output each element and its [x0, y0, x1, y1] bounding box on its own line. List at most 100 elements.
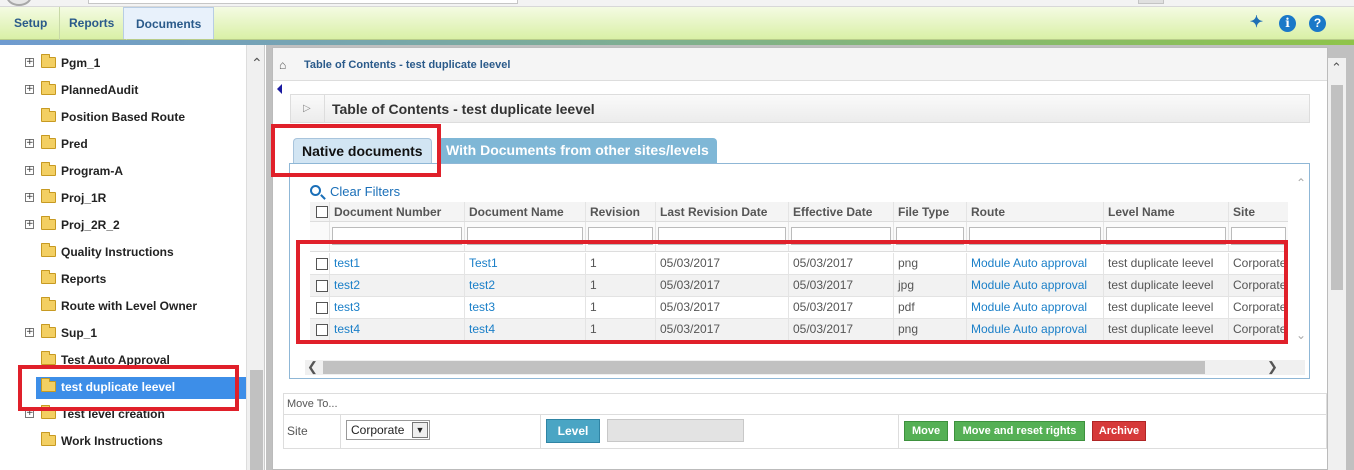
row-checkbox[interactable] — [316, 280, 328, 292]
tree-item[interactable]: + PlannedAudit — [0, 80, 246, 102]
table-cell-link[interactable]: Module Auto approval — [966, 275, 1103, 296]
column-header[interactable]: Revision — [585, 202, 655, 221]
menu-setup[interactable]: Setup — [2, 7, 61, 40]
column-header[interactable]: Route — [966, 202, 1103, 221]
top-search-input[interactable] — [88, 0, 518, 4]
level-button[interactable]: Level — [546, 419, 600, 443]
level-field[interactable] — [607, 419, 744, 442]
tree-item[interactable]: Position Based Route — [0, 107, 246, 129]
expand-plus-icon[interactable]: + — [25, 58, 34, 67]
scroll-up-icon[interactable]: ⌃ — [1331, 60, 1342, 76]
tree-item[interactable]: + Proj_2R_2 — [0, 215, 246, 237]
column-header[interactable]: Document Name — [464, 202, 585, 221]
help-icon[interactable]: ? — [1309, 15, 1326, 32]
page-scrollbar[interactable]: ⌃ — [1328, 58, 1346, 470]
move-button[interactable]: Move — [904, 421, 948, 441]
row-checkbox[interactable] — [316, 324, 328, 336]
column-filter-input[interactable] — [1106, 227, 1226, 245]
table-cell-link[interactable]: test4 — [329, 319, 464, 340]
grid-vertical-scrollbar[interactable]: ⌃ ⌄ — [1295, 176, 1309, 348]
table-row[interactable]: test3 test3 1 05/03/2017 05/03/2017 pdf Module… — [310, 297, 1288, 319]
menu-documents[interactable]: Documents — [123, 7, 215, 39]
tree-item[interactable]: Work Instructions — [0, 431, 246, 453]
table-cell-link[interactable]: Module Auto approval — [966, 253, 1103, 274]
expand-plus-icon[interactable]: + — [25, 409, 34, 418]
push-pin-icon[interactable]: ✦ — [1248, 13, 1265, 31]
scroll-thumb[interactable] — [323, 361, 1205, 374]
tree-item[interactable]: + Pgm_1 — [0, 53, 246, 75]
sidebar-scrollbar[interactable]: ⌃ — [246, 45, 264, 470]
tab-native-documents[interactable]: Native documents — [293, 138, 432, 163]
home-icon[interactable]: ⌂ — [279, 58, 286, 72]
move-and-reset-rights-button[interactable]: Move and reset rights — [954, 421, 1085, 441]
table-cell-link[interactable]: Test1 — [464, 253, 585, 274]
scroll-down-icon[interactable]: ⌄ — [1296, 328, 1306, 342]
tree-item[interactable]: Route with Level Owner — [0, 296, 246, 318]
column-filter-input[interactable] — [791, 227, 891, 245]
column-filter-input[interactable] — [467, 227, 583, 245]
tree-item[interactable]: test duplicate leevel — [36, 377, 246, 399]
expand-arrow-icon[interactable]: ▷ — [303, 103, 311, 114]
expand-plus-icon[interactable]: + — [25, 193, 34, 202]
collapse-panel-icon[interactable] — [277, 84, 282, 94]
column-header[interactable]: Site — [1228, 202, 1288, 221]
scroll-right-icon[interactable]: ❯ — [1267, 359, 1278, 375]
column-header[interactable]: Effective Date — [788, 202, 893, 221]
column-filter-input[interactable] — [588, 227, 653, 245]
expand-plus-icon[interactable]: + — [25, 220, 34, 229]
expand-plus-icon[interactable]: + — [25, 85, 34, 94]
table-cell-link[interactable]: test2 — [464, 275, 585, 296]
row-checkbox[interactable] — [316, 302, 328, 314]
menu-reports[interactable]: Reports — [57, 7, 128, 40]
column-filter-input[interactable] — [332, 227, 462, 245]
table-row[interactable]: test2 test2 1 05/03/2017 05/03/2017 jpg Module… — [310, 275, 1288, 297]
row-checkbox[interactable] — [316, 258, 328, 270]
scroll-up-icon[interactable]: ⌃ — [251, 55, 263, 72]
table-cell-link[interactable]: Module Auto approval — [966, 319, 1103, 340]
chevron-down-icon[interactable]: ▼ — [412, 422, 428, 438]
tree-item[interactable]: + Pred — [0, 134, 246, 156]
archive-button[interactable]: Archive — [1092, 421, 1146, 441]
expand-plus-icon[interactable]: + — [25, 166, 34, 175]
top-strip-button[interactable] — [1138, 0, 1164, 4]
table-cell: png — [893, 319, 966, 340]
table-cell-link[interactable]: Module Auto approval — [966, 297, 1103, 318]
tree-item[interactable]: + Test level creation — [0, 404, 246, 426]
table-cell-link[interactable]: test3 — [329, 297, 464, 318]
column-filter-input[interactable] — [896, 227, 964, 245]
grid-horizontal-scrollbar[interactable]: ❮ ❯ — [305, 359, 1305, 375]
select-all-checkbox[interactable] — [316, 206, 328, 218]
scroll-thumb[interactable] — [1331, 85, 1343, 290]
main-menu-bar: Setup Reports Documents ✦ i ? — [0, 7, 1354, 40]
tree-item[interactable]: Reports — [0, 269, 246, 291]
expand-plus-icon[interactable]: + — [25, 139, 34, 148]
scroll-up-icon[interactable]: ⌃ — [1296, 176, 1306, 190]
table-row[interactable]: test4 test4 1 05/03/2017 05/03/2017 png Module… — [310, 319, 1288, 341]
tab-other-sites-documents[interactable]: With Documents from other sites/levels — [438, 138, 717, 163]
tree-item[interactable]: + Proj_1R — [0, 188, 246, 210]
cell-separator — [340, 415, 341, 449]
column-header[interactable]: Document Number — [329, 202, 464, 221]
column-filter-input[interactable] — [658, 227, 786, 245]
clear-filters-link[interactable]: Clear Filters — [310, 184, 400, 199]
column-header[interactable]: File Type — [893, 202, 966, 221]
column-filter-input[interactable] — [1231, 227, 1286, 245]
tree-item[interactable]: + Program-A — [0, 161, 246, 183]
column-header[interactable]: Level Name — [1103, 202, 1228, 221]
tree-item[interactable]: Quality Instructions — [0, 242, 246, 264]
scroll-left-icon[interactable]: ❮ — [307, 359, 318, 375]
table-cell-link[interactable]: test2 — [329, 275, 464, 296]
info-icon[interactable]: i — [1279, 15, 1296, 32]
table-cell-link[interactable]: test1 — [329, 253, 464, 274]
main-panel: ⌂ Table of Contents - test duplicate lee… — [266, 45, 1354, 470]
column-filter-input[interactable] — [969, 227, 1101, 245]
scroll-thumb[interactable] — [250, 370, 263, 470]
table-cell-link[interactable]: test4 — [464, 319, 585, 340]
site-select[interactable]: Corporate ▼ — [346, 420, 430, 440]
tree-item[interactable]: + Sup_1 — [0, 323, 246, 345]
table-row[interactable]: test1 Test1 1 05/03/2017 05/03/2017 png Module… — [310, 253, 1288, 275]
column-header[interactable]: Last Revision Date — [655, 202, 788, 221]
table-cell-link[interactable]: test3 — [464, 297, 585, 318]
expand-plus-icon[interactable]: + — [25, 328, 34, 337]
tree-item[interactable]: Test Auto Approval — [0, 350, 246, 372]
